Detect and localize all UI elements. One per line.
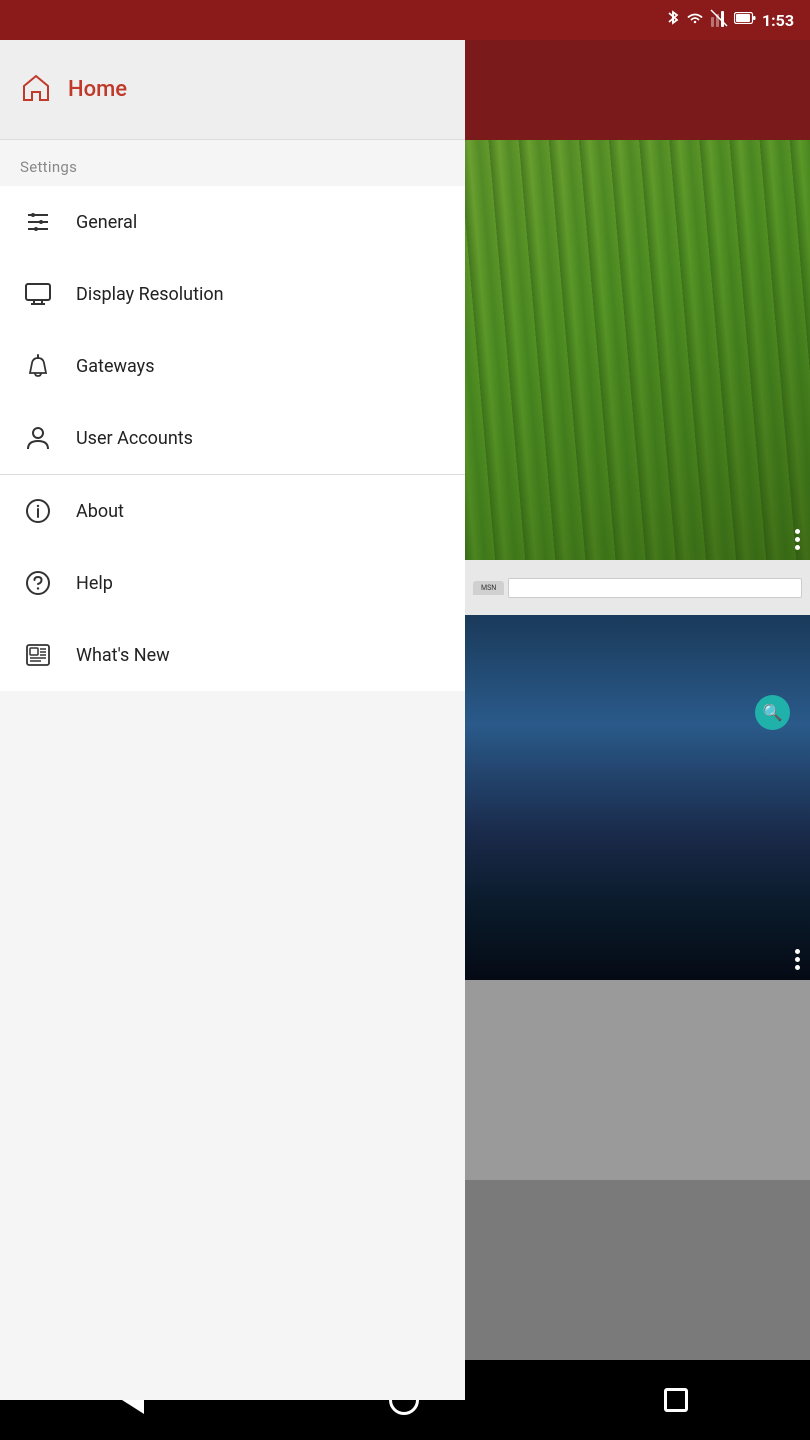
main-content: MSN 🔍 xyxy=(465,40,810,1400)
sliders-icon xyxy=(20,209,56,235)
display-resolution-label: Display Resolution xyxy=(76,284,224,305)
wifi-icon xyxy=(686,11,704,29)
status-bar: 1:53 xyxy=(0,0,810,40)
signal-off-icon xyxy=(710,9,728,31)
content-header xyxy=(465,40,810,140)
person-icon xyxy=(20,425,56,451)
three-dots-icon-2 xyxy=(795,949,800,970)
drawer-home-label: Home xyxy=(68,77,127,102)
home-icon xyxy=(20,72,52,108)
gateway-icon xyxy=(20,353,56,379)
three-dots-icon xyxy=(795,529,800,550)
card1-leaf xyxy=(465,140,810,560)
nav-item-user-accounts[interactable]: User Accounts xyxy=(0,402,465,474)
help-icon xyxy=(20,570,56,596)
help-label: Help xyxy=(76,573,113,594)
card2-browser: MSN 🔍 xyxy=(465,560,810,980)
browser-body: 🔍 xyxy=(465,615,810,980)
info-icon xyxy=(20,498,56,524)
newspaper-icon xyxy=(20,643,56,667)
nav-item-gateways[interactable]: Gateways xyxy=(0,330,465,402)
nav-item-help[interactable]: Help xyxy=(0,547,465,619)
battery-icon xyxy=(734,12,756,28)
browser-address-bar xyxy=(508,578,802,598)
recents-button[interactable] xyxy=(664,1388,688,1412)
card1-menu-button[interactable] xyxy=(795,529,800,550)
card3-empty xyxy=(465,980,810,1180)
drawer-header[interactable]: Home xyxy=(0,40,465,140)
drawer: Home Settings General Displa xyxy=(0,40,465,1400)
recents-icon xyxy=(664,1388,688,1412)
nav-item-whats-new[interactable]: What's New xyxy=(0,619,465,691)
search-icon: 🔍 xyxy=(755,695,790,730)
monitor-icon xyxy=(20,283,56,305)
browser-tab: MSN xyxy=(473,581,504,595)
user-accounts-label: User Accounts xyxy=(76,428,193,449)
nav-item-about[interactable]: About xyxy=(0,475,465,547)
nav-item-display-resolution[interactable]: Display Resolution xyxy=(0,258,465,330)
status-time: 1:53 xyxy=(762,11,794,30)
about-label: About xyxy=(76,501,124,522)
gateways-label: Gateways xyxy=(76,356,154,377)
status-icons: 1:53 xyxy=(666,9,794,31)
whats-new-label: What's New xyxy=(76,645,170,666)
bluetooth-icon xyxy=(666,9,680,31)
browser-chrome: MSN xyxy=(465,560,810,615)
card2-menu-button[interactable] xyxy=(795,949,800,970)
nav-item-general[interactable]: General xyxy=(0,186,465,258)
settings-section-label: Settings xyxy=(0,140,465,186)
general-label: General xyxy=(76,212,137,233)
